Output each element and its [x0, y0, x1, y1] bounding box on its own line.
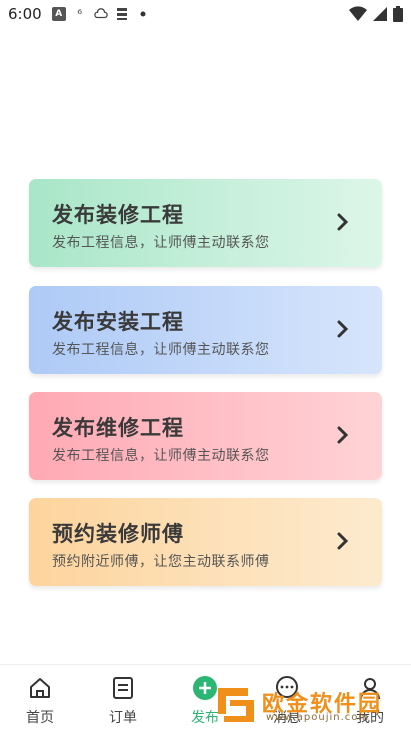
a-box-icon: A [51, 7, 66, 21]
chevron-right-icon [337, 426, 349, 444]
status-right [349, 6, 403, 22]
watermark: 欧金软件园 www.apoujin.com [214, 684, 407, 728]
card-subtitle: 发布工程信息，让师傅主动联系您 [52, 448, 270, 464]
tab-orders[interactable]: 订单 [93, 675, 153, 727]
card-subtitle: 发布工程信息，让师傅主动联系您 [52, 342, 270, 358]
status-bar: 6:00 A ⁶ [0, 0, 411, 28]
home-icon [30, 678, 50, 698]
card-title: 发布装修工程 [52, 203, 184, 227]
card-renovation[interactable]: 发布装修工程 发布工程信息，让师傅主动联系您 [29, 179, 382, 267]
rotate-icon: ⁶ [77, 7, 83, 21]
card-repair[interactable]: 发布维修工程 发布工程信息，让师傅主动联系您 [29, 392, 382, 480]
chevron-right-icon [337, 320, 349, 338]
card-subtitle: 发布工程信息，让师傅主动联系您 [52, 235, 270, 251]
storage-icon [116, 8, 127, 20]
status-icons: A ⁶ [51, 7, 150, 21]
card-title: 发布安装工程 [52, 310, 184, 334]
wifi-icon [349, 6, 367, 22]
card-installation[interactable]: 发布安装工程 发布工程信息，让师傅主动联系您 [29, 286, 382, 374]
watermark-logo-icon [218, 688, 254, 722]
watermark-url: www.apoujin.com [266, 712, 370, 723]
status-time: 6:00 [8, 5, 42, 23]
card-subtitle: 预约附近师傅，让您主动联系师傅 [52, 554, 270, 570]
card-title: 预约装修师傅 [52, 522, 184, 546]
tab-home[interactable]: 首页 [10, 675, 70, 727]
battery-icon [393, 6, 403, 22]
tab-label: 首页 [26, 710, 54, 726]
cloud-icon [93, 8, 108, 19]
card-title: 发布维修工程 [52, 416, 184, 440]
chevron-right-icon [337, 213, 349, 231]
card-book-master[interactable]: 预约装修师傅 预约附近师傅，让您主动联系师傅 [29, 498, 382, 586]
dot-icon [140, 11, 146, 17]
order-icon [113, 677, 133, 699]
signal-icon [373, 7, 387, 21]
chevron-right-icon [337, 532, 349, 550]
tab-label: 订单 [109, 710, 137, 726]
